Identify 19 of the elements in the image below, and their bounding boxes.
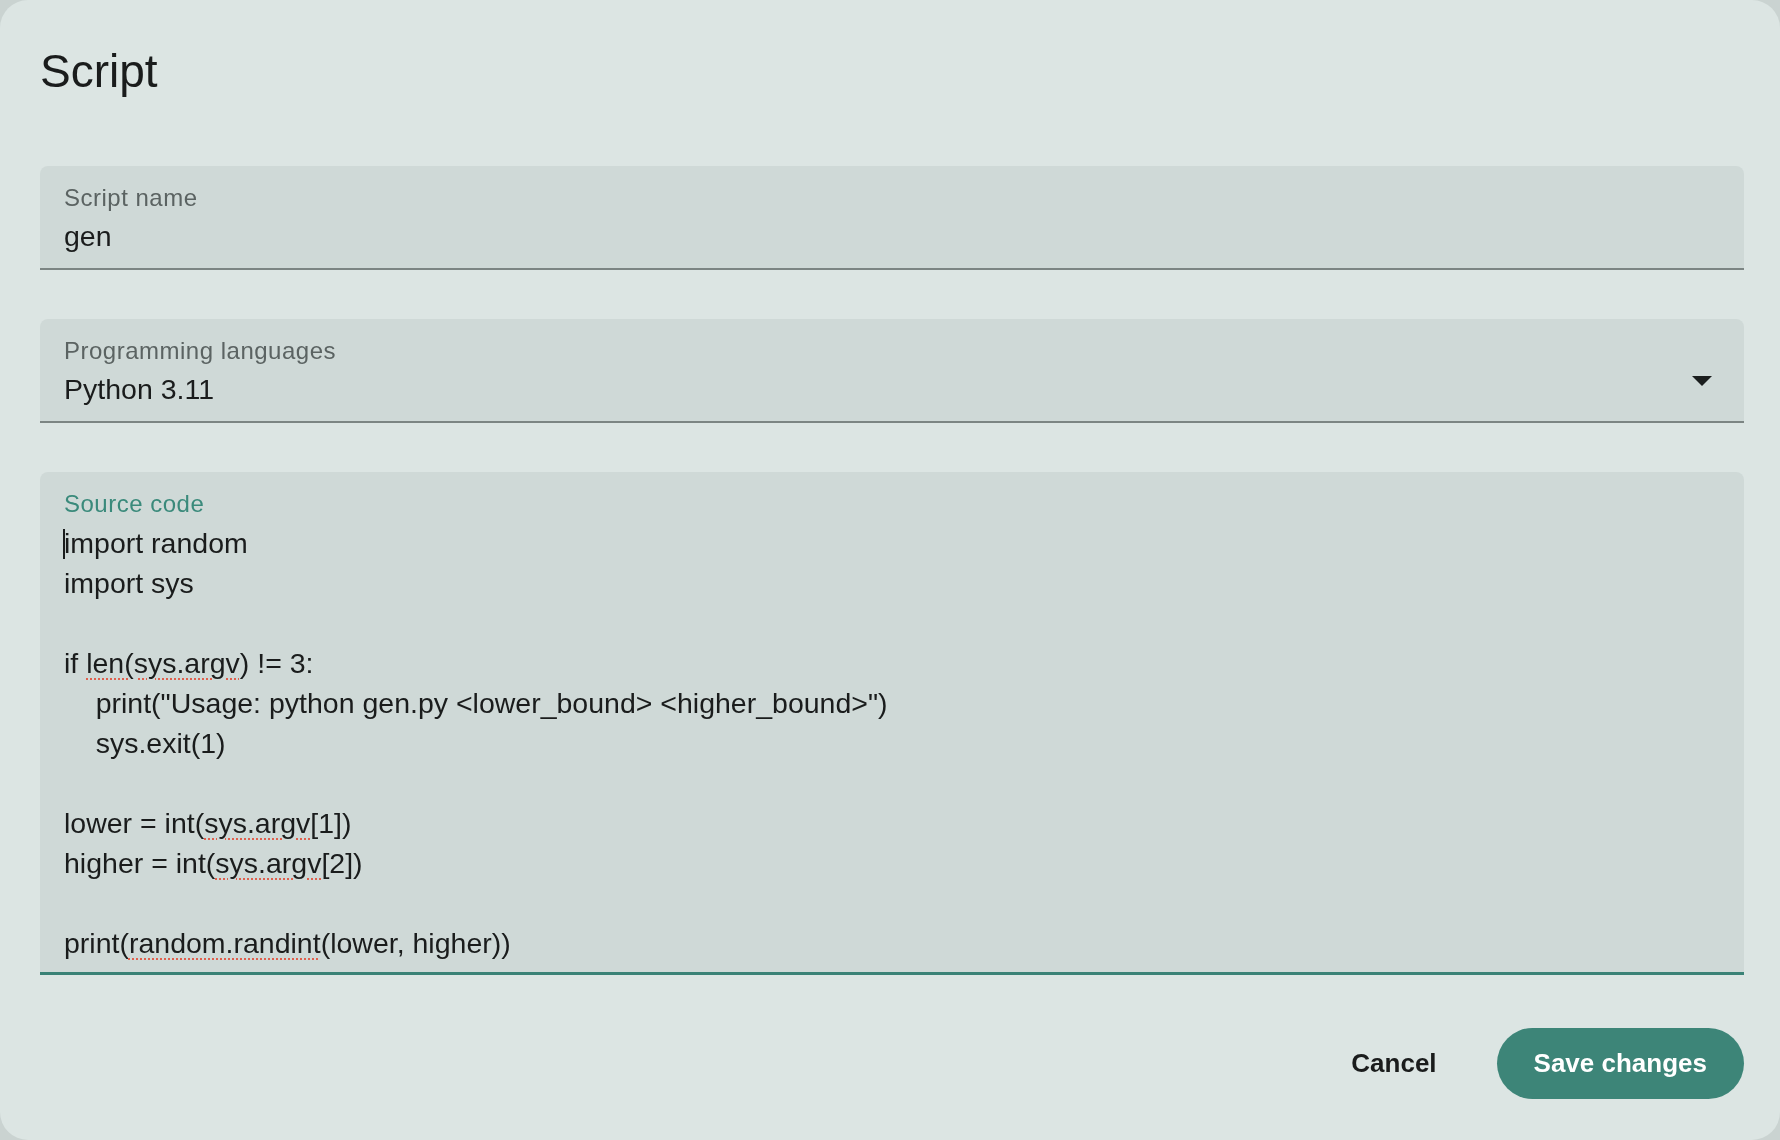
text-cursor-icon: [63, 529, 65, 559]
save-button[interactable]: Save changes: [1496, 1028, 1744, 1099]
text-field[interactable]: Script name gen: [40, 166, 1744, 270]
caret-down-icon[interactable]: [1692, 376, 1712, 386]
code-editor-field[interactable]: [40, 472, 1744, 975]
cancel-button[interactable]: Cancel: [1323, 1028, 1465, 1099]
dialog-title: Script: [40, 44, 158, 99]
code-line: print("Usage: python gen.py <lower_bound> <higher_bound>"): [94, 686, 888, 721]
dropdown-field[interactable]: Programming languages Python 3.11: [40, 319, 1744, 423]
code-line: sys.exit(1): [94, 726, 226, 761]
field-label: Script name: [64, 184, 198, 212]
field-label: Source code: [64, 490, 205, 518]
code-line: import random: [64, 526, 248, 561]
field-label: Programming languages: [64, 337, 336, 365]
code-line: if len(sys.argv) != 3:: [64, 646, 314, 681]
code-line: lower = int(sys.argv[1]): [64, 806, 352, 841]
code-line: import sys: [64, 566, 194, 601]
code-line: higher = int(sys.argv[2]): [64, 846, 363, 881]
code-line: print(random.randint(lower, higher)): [64, 926, 511, 961]
